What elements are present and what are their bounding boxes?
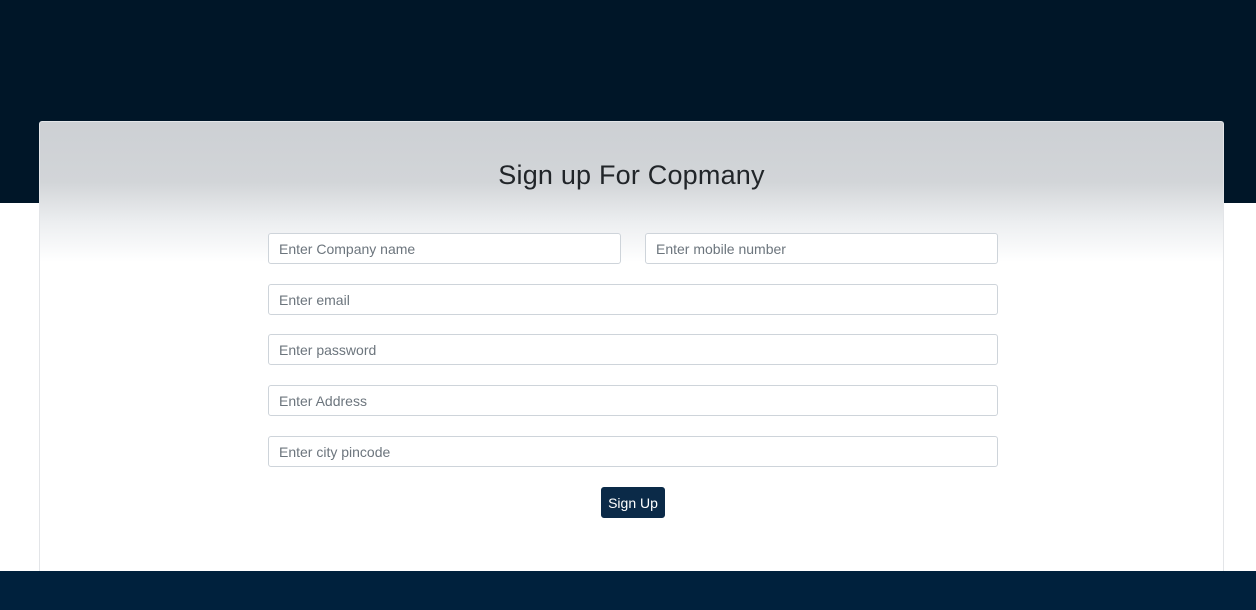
password-input[interactable] <box>268 334 998 365</box>
email-input[interactable] <box>268 284 998 315</box>
pincode-input[interactable] <box>268 436 998 467</box>
sign-up-button[interactable]: Sign Up <box>601 487 665 518</box>
signup-card: Sign up For Copmany Sign Up <box>39 121 1224 571</box>
footer-band <box>0 571 1256 610</box>
mobile-number-input[interactable] <box>645 233 998 264</box>
address-input[interactable] <box>268 385 998 416</box>
company-name-input[interactable] <box>268 233 621 264</box>
page-title: Sign up For Copmany <box>498 160 765 190</box>
